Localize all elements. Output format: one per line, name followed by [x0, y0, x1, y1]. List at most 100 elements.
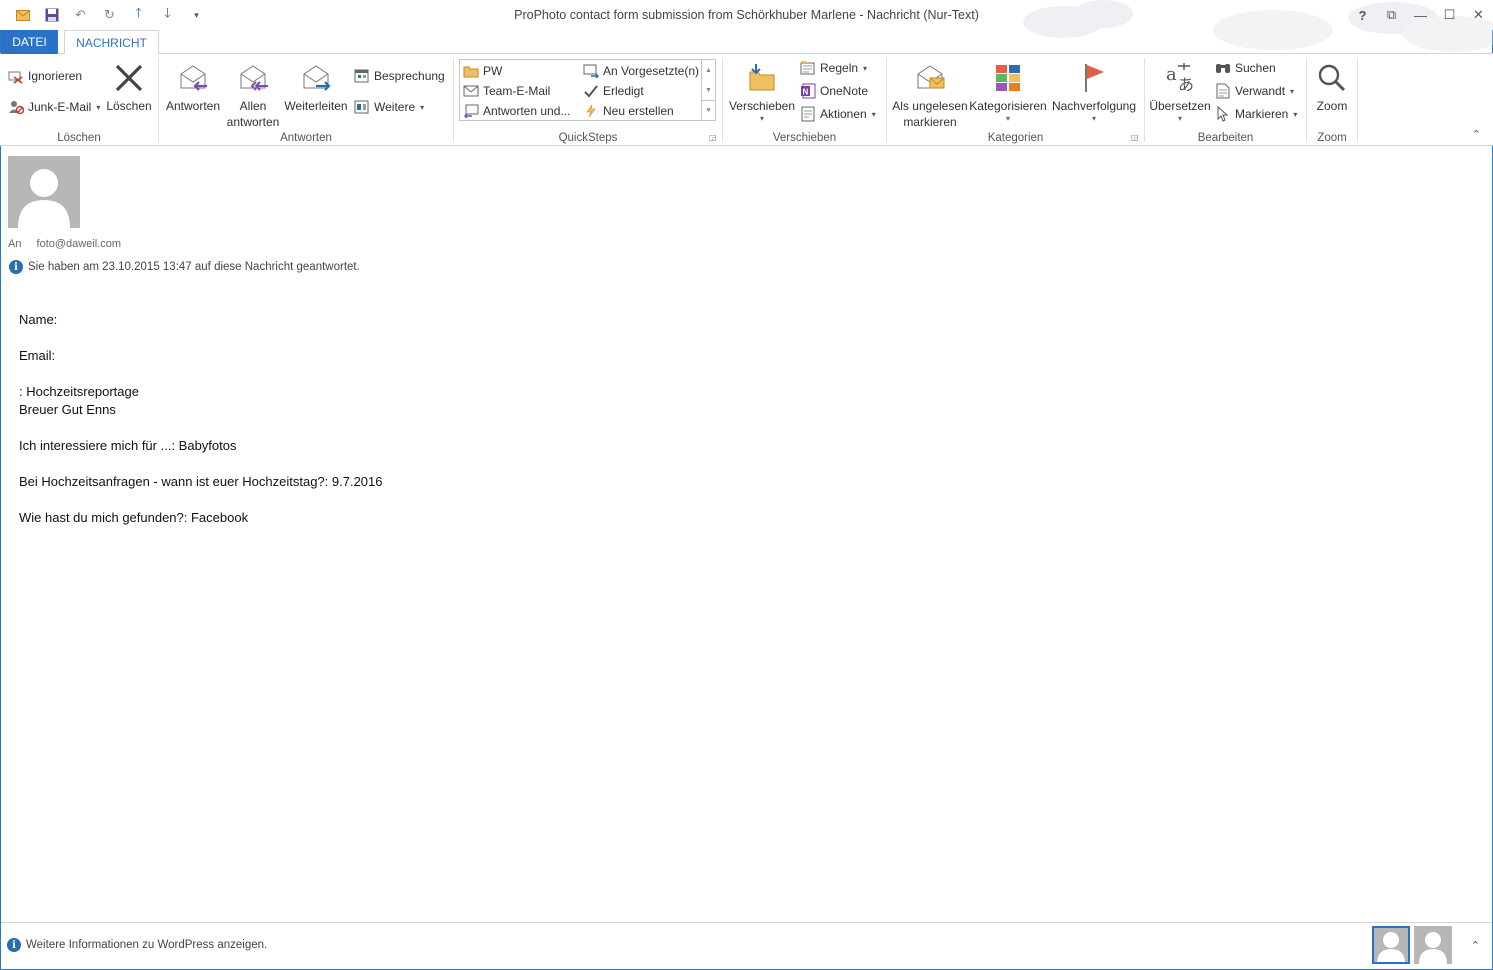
ribbon-tabs: DATEI NACHRICHT	[0, 30, 1493, 55]
categorize-button[interactable]: Kategorisieren ▾	[969, 58, 1047, 124]
body-line-wedding-date: Bei Hochzeitsanfragen - wann ist euer Ho…	[19, 474, 383, 489]
followup-button[interactable]: Nachverfolgung ▾	[1049, 58, 1139, 124]
people-pane-bar: i Weitere Informationen zu WordPress anz…	[1, 922, 1492, 969]
reply-button[interactable]: Antworten	[163, 58, 223, 114]
junk-button[interactable]: Junk-E-Mail ▾	[8, 97, 100, 117]
delete-button[interactable]: Löschen	[105, 58, 153, 114]
meeting-button[interactable]: Besprechung	[354, 66, 445, 86]
quickstep-create-new[interactable]: Neu erstellen	[583, 101, 674, 121]
window-controls: ? ⧉ — ☐ ✕	[1348, 2, 1493, 28]
to-address[interactable]: foto@daweil.com	[37, 238, 122, 250]
info-bar[interactable]: i Sie haben am 23.10.2015 13:47 auf dies…	[9, 260, 360, 274]
group-label-tags: Kategorien	[987, 132, 1044, 144]
ignore-button[interactable]: Ignorieren	[8, 66, 82, 86]
ribbon-display-button[interactable]: ⧉	[1377, 2, 1406, 28]
quicksteps-scrollbar[interactable]: ▲ ▼ ⯆	[701, 60, 715, 120]
checkmark-icon	[583, 83, 599, 99]
forward-envelope-icon	[583, 63, 599, 79]
sender-avatar	[8, 156, 80, 228]
junk-label: Junk-E-Mail	[28, 100, 92, 114]
tab-file[interactable]: DATEI	[1, 30, 58, 54]
group-zoom: Zoom Zoom	[1307, 54, 1357, 146]
expand-people-pane-icon[interactable]: ⌃	[1471, 939, 1480, 952]
scroll-down-icon[interactable]: ▼	[702, 80, 715, 100]
person-avatar[interactable]	[1414, 926, 1452, 964]
minimize-button[interactable]: —	[1406, 2, 1435, 28]
message-body[interactable]: Name: Email: : Hochzeitsreportage Breuer…	[19, 311, 383, 545]
dialog-launcher-icon[interactable]: ◲	[1131, 133, 1140, 142]
find-label: Suchen	[1235, 61, 1276, 75]
lightning-icon	[583, 103, 599, 119]
body-line-source: Wie hast du mich gefunden?: Facebook	[19, 510, 249, 525]
reply-all-button[interactable]: Allen antworten	[223, 58, 283, 130]
translate-button[interactable]: aあ Übersetzen ▾	[1149, 58, 1211, 124]
reply-envelope-icon	[463, 103, 479, 119]
categorize-label: Kategorisieren	[969, 99, 1047, 113]
group-divider	[1357, 58, 1358, 142]
group-label-quicksteps: QuickSteps	[558, 132, 618, 144]
group-delete: Ignorieren Junk-E-Mail ▾ Löschen Löschen	[0, 54, 158, 146]
select-button[interactable]: Markieren ▾	[1215, 104, 1297, 124]
quickstep-reply-delete[interactable]: Antworten und...	[463, 101, 570, 121]
dialog-launcher-icon[interactable]: ◲	[709, 133, 718, 142]
chevron-down-icon: ▾	[1091, 114, 1096, 123]
scroll-up-icon[interactable]: ▲	[702, 60, 715, 80]
zoom-button[interactable]: Zoom	[1311, 58, 1353, 114]
body-line-location: Breuer Gut Enns	[19, 402, 116, 417]
group-label-editing: Bearbeiten	[1197, 132, 1254, 144]
body-line-email: Email:	[19, 348, 56, 363]
collapse-ribbon-icon[interactable]: ⌃	[1472, 128, 1481, 141]
onenote-button[interactable]: N OneNote	[800, 81, 868, 101]
window-title: ProPhoto contact form submission from Sc…	[514, 8, 979, 22]
quickstep-label: Erledigt	[603, 84, 644, 98]
more-respond-button[interactable]: Weitere ▾	[354, 97, 424, 117]
quicksteps-gallery: PW Team-E-Mail Antworten und... An Vorge…	[459, 59, 716, 121]
close-button[interactable]: ✕	[1464, 2, 1493, 28]
forward-button[interactable]: Weiterleiten	[283, 58, 349, 114]
tab-message[interactable]: NACHRICHT	[64, 30, 159, 55]
svg-text:あ: あ	[1178, 75, 1194, 94]
more-icon	[354, 99, 370, 115]
reply-all-icon	[223, 58, 283, 98]
chevron-down-icon: ▾	[420, 102, 425, 112]
help-button[interactable]: ?	[1348, 2, 1377, 28]
translate-icon: aあ	[1149, 58, 1211, 98]
move-button[interactable]: Verschieben ▾	[727, 58, 797, 124]
quickstep-pw[interactable]: PW	[463, 61, 502, 81]
mark-unread-button[interactable]: Als ungelesen markieren	[891, 58, 969, 130]
magnifier-icon	[1311, 58, 1353, 98]
document-icon	[1215, 83, 1231, 99]
chevron-down-icon: ▾	[1177, 114, 1182, 123]
related-label: Verwandt	[1235, 84, 1286, 98]
find-button[interactable]: Suchen	[1215, 58, 1276, 78]
people-pictures	[1372, 926, 1452, 964]
followup-label: Nachverfolgung	[1051, 99, 1137, 113]
reply-label: Antworten	[165, 99, 221, 113]
maximize-button[interactable]: ☐	[1435, 2, 1464, 28]
categorize-icon	[969, 58, 1047, 98]
svg-text:N: N	[803, 88, 809, 97]
flag-icon	[1049, 58, 1139, 98]
actions-button[interactable]: Aktionen ▾	[800, 104, 876, 124]
people-pane-info[interactable]: i Weitere Informationen zu WordPress anz…	[7, 938, 267, 952]
quickstep-done[interactable]: Erledigt	[583, 81, 644, 101]
rules-button[interactable]: Regeln ▾	[800, 58, 867, 78]
expand-gallery-icon[interactable]: ⯆	[702, 100, 715, 120]
ribbon: Ignorieren Junk-E-Mail ▾ Löschen Löschen …	[0, 54, 1493, 146]
junk-icon	[8, 99, 24, 115]
ignore-icon	[8, 68, 24, 84]
rules-icon	[800, 60, 816, 76]
chevron-down-icon: ▾	[759, 114, 764, 123]
move-label: Verschieben	[728, 99, 796, 113]
mark-unread-label-2: markieren	[903, 115, 957, 129]
person-avatar[interactable]	[1372, 926, 1410, 964]
quickstep-manager[interactable]: An Vorgesetzte(n)	[583, 61, 699, 81]
recipient-line: An foto@daweil.com	[8, 238, 121, 250]
onenote-label: OneNote	[820, 84, 869, 98]
meeting-label: Besprechung	[374, 69, 445, 83]
chevron-down-icon: ▾	[871, 109, 876, 119]
quickstep-team-email[interactable]: Team-E-Mail	[463, 81, 550, 101]
related-button[interactable]: Verwandt ▾	[1215, 81, 1294, 101]
rules-label: Regeln	[820, 61, 859, 75]
unread-envelope-icon	[891, 58, 969, 98]
